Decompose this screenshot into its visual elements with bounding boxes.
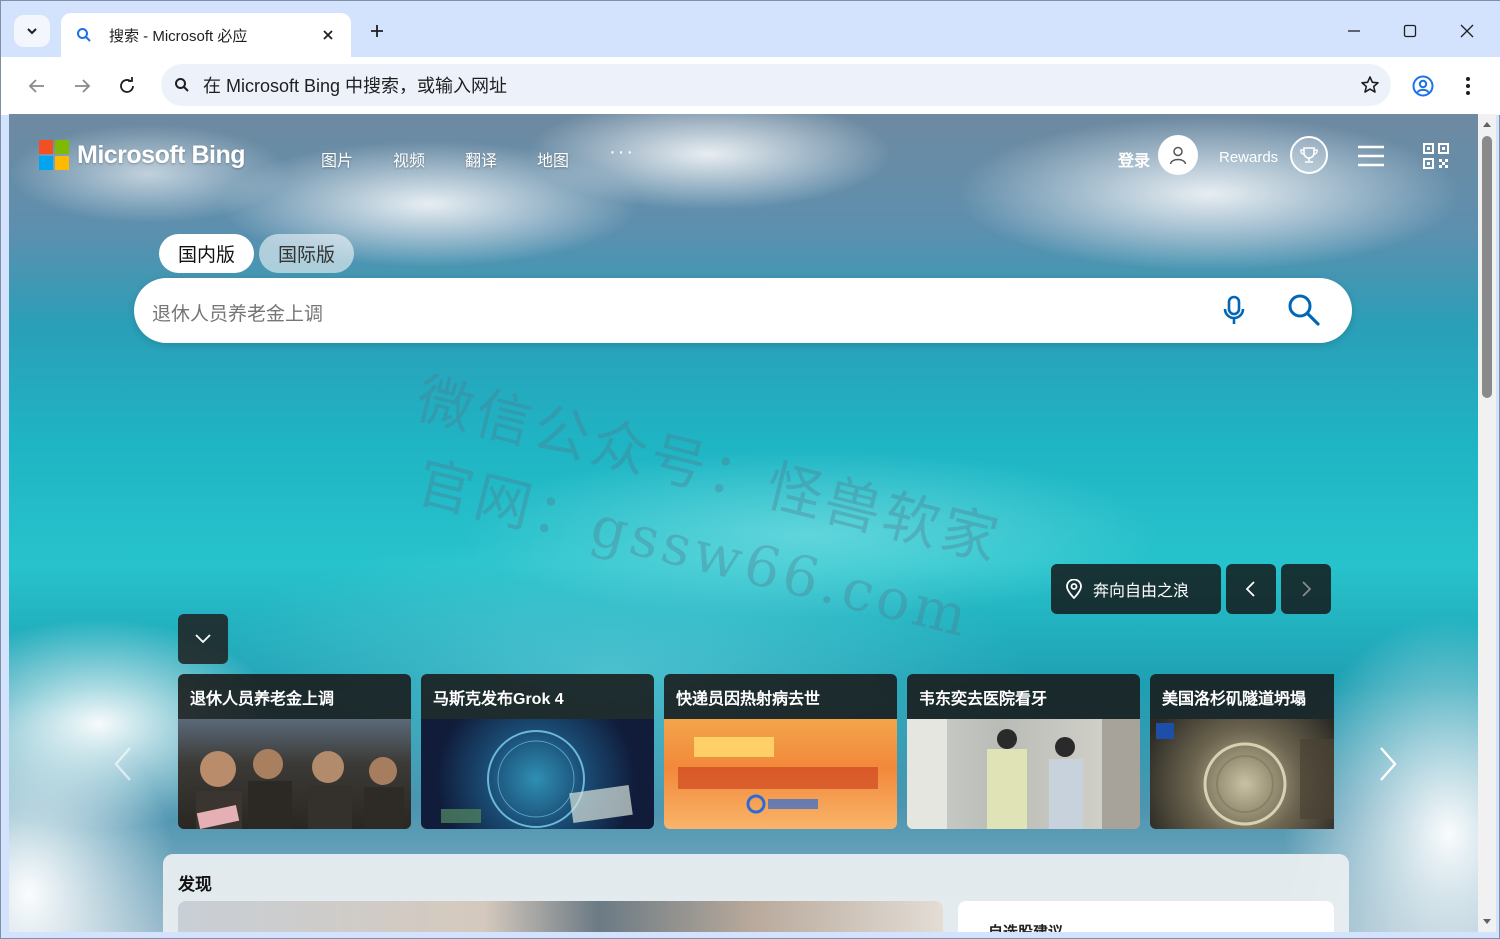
tab-domestic[interactable]: 国内版 bbox=[159, 234, 254, 273]
prev-image-button[interactable] bbox=[1226, 564, 1276, 614]
next-image-button[interactable] bbox=[1281, 564, 1331, 614]
news-next-button[interactable] bbox=[1373, 744, 1403, 784]
plus-icon bbox=[371, 25, 383, 37]
search-icon bbox=[161, 64, 203, 106]
news-prev-button[interactable] bbox=[108, 744, 138, 784]
hamburger-menu-icon[interactable] bbox=[1356, 144, 1386, 168]
rewards-link[interactable]: Rewards bbox=[1219, 149, 1278, 166]
bing-homepage: Microsoft Bing 图片 视频 翻译 地图 ··· 登录 Reward… bbox=[9, 114, 1478, 932]
news-card-title: 韦东奕去医院看牙 bbox=[919, 690, 1048, 708]
news-card-image bbox=[178, 719, 411, 829]
browser-menu-button[interactable] bbox=[1450, 68, 1486, 104]
reload-icon bbox=[120, 77, 134, 93]
arrow-left-icon bbox=[28, 79, 44, 93]
address-text: 在 Microsoft Bing 中搜索，或输入网址 bbox=[203, 76, 508, 96]
star-icon[interactable] bbox=[1349, 64, 1391, 106]
browser-toolbar: 在 Microsoft Bing 中搜索，或输入网址 bbox=[1, 57, 1500, 115]
back-button[interactable] bbox=[19, 68, 55, 104]
qr-code-icon[interactable] bbox=[1422, 142, 1450, 170]
discover-side-title: 自选股建议 bbox=[988, 921, 1063, 932]
address-bar[interactable]: 在 Microsoft Bing 中搜索，或输入网址 bbox=[161, 64, 1391, 106]
discover-panel: 发现 自选股建议 bbox=[163, 854, 1349, 932]
bing-nav: 图片 视频 翻译 地图 ··· bbox=[321, 141, 635, 171]
chevron-right-icon bbox=[1380, 747, 1397, 781]
discover-side-card[interactable]: 自选股建议 bbox=[958, 901, 1334, 932]
more-vertical-icon bbox=[1466, 77, 1470, 95]
search-icon bbox=[73, 24, 95, 46]
close-window-button[interactable] bbox=[1449, 15, 1485, 47]
microsoft-logo-icon bbox=[39, 140, 69, 170]
tab-search-button[interactable] bbox=[14, 15, 50, 47]
scrollbar[interactable] bbox=[1478, 114, 1496, 932]
tab-strip: 搜索 - Microsoft 必应 bbox=[1, 1, 1500, 57]
chevron-right-icon bbox=[1302, 581, 1312, 597]
search-placeholder: 退休人员养老金上调 bbox=[152, 304, 324, 325]
maximize-icon bbox=[1403, 24, 1417, 38]
tab-title: 搜索 - Microsoft 必应 bbox=[109, 27, 248, 45]
chevron-left-icon bbox=[114, 747, 131, 781]
news-card[interactable]: 快递员因热射病去世 bbox=[664, 674, 897, 829]
image-title: 奔向自由之浪 bbox=[1093, 583, 1190, 600]
news-card-title: 美国洛杉矶隧道坍塌 bbox=[1162, 690, 1307, 708]
trophy-icon[interactable] bbox=[1290, 136, 1328, 174]
news-card[interactable]: 韦东奕去医院看牙 bbox=[907, 674, 1140, 829]
minimize-button[interactable] bbox=[1336, 15, 1372, 47]
microphone-icon[interactable] bbox=[1217, 293, 1251, 327]
arrow-right-icon bbox=[75, 79, 91, 93]
discover-title: 发现 bbox=[178, 875, 212, 894]
news-card-title: 快递员因热射病去世 bbox=[676, 690, 821, 708]
profile-button[interactable] bbox=[1405, 68, 1441, 104]
scroll-down-icon[interactable] bbox=[1478, 915, 1496, 929]
reload-button[interactable] bbox=[109, 68, 145, 104]
header-actions: 登录 Rewards bbox=[1118, 134, 1478, 176]
image-title-button[interactable]: 奔向自由之浪 bbox=[1051, 564, 1221, 614]
nav-images[interactable]: 图片 bbox=[321, 147, 353, 171]
news-carousel: 退休人员养老金上调 马斯克发布Grok 4 快递员因热射病去世 韦东奕去医院看牙… bbox=[178, 674, 1334, 830]
nav-videos[interactable]: 视频 bbox=[393, 147, 425, 171]
chevron-left-icon bbox=[1245, 581, 1255, 597]
news-card-title: 马斯克发布Grok 4 bbox=[433, 690, 564, 708]
news-card-title: 退休人员养老金上调 bbox=[190, 690, 335, 708]
watermark: 微信公众号：怪兽软家 官网：gssw66.com bbox=[390, 354, 1108, 681]
minimize-icon bbox=[1348, 30, 1360, 32]
search-input[interactable]: 退休人员养老金上调 bbox=[134, 278, 1352, 343]
scroll-up-icon[interactable] bbox=[1478, 117, 1496, 131]
chevron-down-icon bbox=[27, 28, 37, 35]
user-icon[interactable] bbox=[1158, 135, 1198, 175]
news-card-image bbox=[1150, 719, 1334, 829]
new-tab-button[interactable] bbox=[363, 17, 391, 45]
news-card[interactable]: 美国洛杉矶隧道坍塌 bbox=[1150, 674, 1334, 829]
tab-international[interactable]: 国际版 bbox=[259, 234, 354, 273]
account-icon bbox=[1412, 75, 1434, 97]
scroll-thumb[interactable] bbox=[1482, 136, 1492, 398]
signin-link[interactable]: 登录 bbox=[1118, 147, 1150, 171]
news-card-image bbox=[907, 719, 1140, 829]
news-card[interactable]: 马斯克发布Grok 4 bbox=[421, 674, 654, 829]
search-icon[interactable] bbox=[1286, 292, 1322, 328]
news-card[interactable]: 退休人员养老金上调 bbox=[178, 674, 411, 829]
nav-translate[interactable]: 翻译 bbox=[465, 147, 497, 171]
maximize-button[interactable] bbox=[1392, 15, 1428, 47]
chevron-down-icon bbox=[195, 634, 211, 644]
news-card-image bbox=[421, 719, 654, 829]
news-card-image bbox=[664, 719, 897, 829]
nav-more[interactable]: ··· bbox=[609, 141, 635, 171]
location-pin-icon bbox=[1066, 579, 1082, 599]
forward-button[interactable] bbox=[64, 68, 100, 104]
discover-feature-image[interactable] bbox=[178, 901, 943, 932]
logo-text: Microsoft Bing bbox=[77, 140, 246, 169]
tab-bing[interactable]: 搜索 - Microsoft 必应 bbox=[61, 13, 351, 57]
bing-logo[interactable]: Microsoft Bing bbox=[39, 140, 246, 170]
close-icon[interactable] bbox=[317, 24, 339, 46]
close-icon bbox=[1460, 24, 1474, 38]
nav-maps[interactable]: 地图 bbox=[537, 147, 569, 171]
collapse-button[interactable] bbox=[178, 614, 228, 664]
